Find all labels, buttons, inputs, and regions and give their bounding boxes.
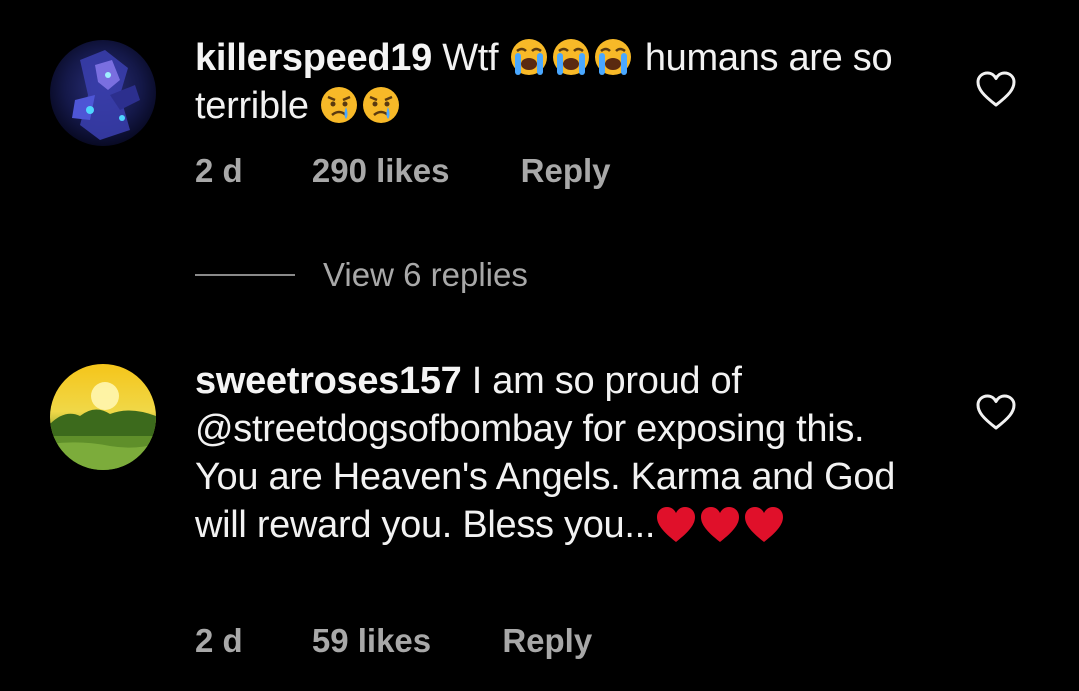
timestamp: 2 d [195, 152, 243, 189]
crying-face-icon [319, 85, 359, 125]
reply-button[interactable]: Reply [521, 152, 611, 190]
red-heart-icon [699, 504, 741, 546]
comment-meta: 2 d 59 likes Reply [195, 622, 592, 660]
comment-text: killerspeed19 Wtf humans are so terrible [195, 34, 935, 130]
like-heart-icon[interactable] [975, 70, 1017, 108]
reply-button[interactable]: Reply [502, 622, 592, 660]
loudly-crying-face-icon [551, 37, 591, 77]
comment-body-start: Wtf [442, 37, 499, 79]
likes-count[interactable]: 59 likes [312, 622, 431, 660]
avatar[interactable] [50, 364, 156, 470]
username[interactable]: sweetroses157 [195, 360, 462, 402]
view-replies-label: View 6 replies [323, 256, 528, 293]
comment-text: sweetroses157 I am so proud of @streetdo… [195, 357, 915, 549]
loudly-crying-face-icon [593, 37, 633, 77]
likes-count[interactable]: 290 likes [312, 152, 450, 190]
username[interactable]: killerspeed19 [195, 37, 432, 79]
red-heart-icon [743, 504, 785, 546]
comment-meta: 2 d 290 likes Reply [195, 152, 611, 190]
avatar[interactable] [50, 40, 156, 146]
loudly-crying-face-icon [509, 37, 549, 77]
crying-face-icon [361, 85, 401, 125]
divider [195, 274, 295, 276]
red-heart-icon [655, 504, 697, 546]
like-heart-icon[interactable] [975, 393, 1017, 431]
view-replies-button[interactable]: View 6 replies [195, 255, 528, 295]
timestamp: 2 d [195, 622, 243, 659]
